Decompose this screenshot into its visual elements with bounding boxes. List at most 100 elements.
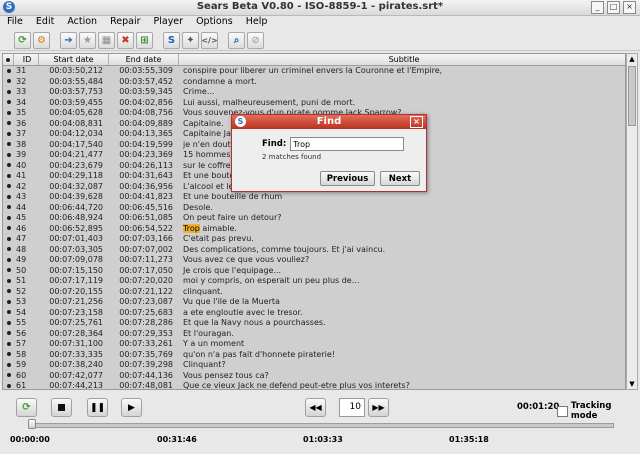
delete-icon: ✖ — [121, 34, 130, 46]
table-row[interactable]: 43 00:04:39,628 00:04:41,823 Et une bouteil… — [3, 192, 625, 203]
minimize-icon[interactable]: _ — [591, 1, 604, 14]
cell-end: 00:07:25,683 — [119, 307, 173, 317]
find-dialog-title-bar: S Find × — [232, 115, 426, 129]
next-button[interactable]: Next — [380, 171, 420, 186]
table-row[interactable]: 31 00:03:50,212 00:03:55,309 conspire pour … — [3, 66, 625, 77]
menu-player[interactable]: Player — [147, 15, 190, 29]
cell-start: 00:07:25,761 — [49, 318, 103, 327]
split-button[interactable]: ▦ — [98, 31, 115, 49]
subtitle-text: On peut faire un detour? — [183, 213, 282, 222]
table-row[interactable]: 50 00:07:15,150 00:07:17,050 Je crois que l… — [3, 266, 625, 277]
table-row[interactable]: 48 00:07:03,305 00:07:07,002 Des complicati… — [3, 245, 625, 256]
sears-button[interactable]: S — [163, 31, 180, 49]
header-id[interactable]: ID — [14, 54, 39, 65]
menu-help[interactable]: Help — [239, 15, 274, 29]
cell-subtitle: a ete engloutie avec le tresor. — [179, 308, 625, 319]
header-start[interactable]: Start date — [39, 54, 109, 65]
merge-button[interactable]: ⊞ — [136, 31, 153, 49]
subtitle-text: condamne a mort. — [183, 76, 257, 86]
table-row[interactable]: 59 00:07:38,240 00:07:39,298 Clinquant? — [3, 360, 625, 371]
rewind-button[interactable]: ◀◀ — [305, 398, 326, 417]
forward-button[interactable]: ▶▶ — [368, 398, 389, 417]
scroll-down-icon[interactable]: ▼ — [627, 379, 637, 389]
cell-end: 00:06:45,516 — [119, 202, 173, 212]
header-end[interactable]: End date — [109, 54, 179, 65]
find-button[interactable]: ⌕ — [228, 31, 245, 49]
previous-button[interactable]: Previous — [320, 171, 375, 186]
table-row[interactable]: 58 00:07:33,335 00:07:35,769 qu'on n'a pas … — [3, 350, 625, 361]
timeline-knob[interactable] — [28, 419, 36, 429]
scroll-up-icon[interactable]: ▲ — [627, 54, 637, 64]
menu-repair[interactable]: Repair — [103, 15, 146, 29]
cell-start: 00:07:20,155 — [49, 286, 103, 296]
app-logo-icon: S — [235, 116, 246, 127]
timeline-tick: 01:35:18 — [449, 435, 489, 444]
table-row[interactable]: 56 00:07:28,364 00:07:29,353 Et l'ouragan. — [3, 329, 625, 340]
subtitle-text: Desole. — [183, 202, 213, 212]
table-row[interactable]: 45 00:06:48,924 00:06:51,085 On peut faire … — [3, 213, 625, 224]
table-row[interactable]: 33 00:03:57,753 00:03:59,345 Crime... — [3, 87, 625, 98]
apply-icon: ⚙ — [37, 34, 46, 46]
table-row[interactable]: 47 00:07:01,403 00:07:03,166 C'etait pas pr… — [3, 234, 625, 245]
table-row[interactable]: 54 00:07:23,158 00:07:25,683 a ete englouti… — [3, 308, 625, 319]
close-icon[interactable]: × — [623, 1, 636, 14]
cell-id: 32 — [16, 76, 27, 86]
code-button[interactable]: </> — [201, 31, 218, 49]
table-row[interactable]: 49 00:07:09,078 00:07:11,273 Vous avez ce q… — [3, 255, 625, 266]
disabled-icon: ⊘ — [251, 34, 260, 46]
scroll-thumb[interactable] — [628, 66, 636, 126]
menu-options[interactable]: Options — [189, 15, 239, 29]
refresh-button[interactable]: ⟳ — [14, 31, 31, 49]
row-bullet-icon — [3, 360, 14, 371]
table-row[interactable]: 34 00:03:59,455 00:04:02,856 Lui aussi, mal… — [3, 98, 625, 109]
play-button[interactable]: ▶ — [121, 398, 142, 417]
disabled-button[interactable]: ⊘ — [247, 31, 264, 49]
stop-button[interactable] — [51, 398, 72, 417]
subtitle-text: Vu que l'ile de la Muerta — [183, 297, 280, 306]
table-row[interactable]: 51 00:07:17,119 00:07:20,020 moi y compris,… — [3, 276, 625, 287]
row-bullet-icon — [3, 108, 14, 119]
subtitle-text: conspire pour liberer un criminel envers… — [183, 66, 443, 75]
offset-spinner[interactable]: 10 — [339, 398, 365, 417]
menu-action[interactable]: Action — [60, 15, 103, 29]
table-row[interactable]: 44 00:06:44,720 00:06:45,516 Desole. — [3, 203, 625, 214]
bookmark-button[interactable]: ★ — [79, 31, 96, 49]
pause-button[interactable]: ❚❚ — [87, 398, 108, 417]
header-subtitle[interactable]: Subtitle — [179, 54, 625, 65]
player-refresh-button[interactable]: ⟳ — [16, 398, 37, 417]
cell-end: 00:03:59,345 — [119, 87, 173, 96]
bullet-header-icon — [3, 54, 14, 65]
table-row[interactable]: 55 00:07:25,761 00:07:28,286 Et que la Navy… — [3, 318, 625, 329]
close-icon[interactable]: × — [410, 116, 423, 128]
maximize-icon[interactable]: □ — [607, 1, 620, 14]
find-input[interactable] — [290, 137, 405, 151]
tracking-mode[interactable]: Tracking mode — [557, 401, 640, 421]
table-row[interactable]: 53 00:07:21,256 00:07:23,087 Vu que l'ile d… — [3, 297, 625, 308]
cell-end: 00:06:51,085 — [119, 213, 173, 222]
cell-start: 00:03:59,455 — [49, 97, 103, 107]
magic-button[interactable]: ✦ — [182, 31, 199, 49]
table-row[interactable]: 46 00:06:52,895 00:06:54,522 Trop aimable. — [3, 223, 625, 235]
tracking-checkbox[interactable] — [557, 405, 568, 417]
menu-edit[interactable]: Edit — [29, 15, 60, 29]
table-scrollbar[interactable]: ▲ ▼ — [626, 53, 638, 390]
table-row[interactable]: 52 00:07:20,155 00:07:21,122 clinquant. — [3, 287, 625, 298]
cell-start: 00:04:12,034 — [49, 129, 103, 138]
table-row[interactable]: 61 00:07:44,213 00:07:48,081 Que ce vieux J… — [3, 381, 625, 389]
timeline-slider[interactable] — [30, 423, 614, 428]
apply-button[interactable]: ⚙ — [33, 31, 50, 49]
cell-start: 00:07:09,078 — [49, 255, 103, 264]
table-row[interactable]: 60 00:07:42,077 00:07:44,136 Vous pensez to… — [3, 371, 625, 382]
table-row[interactable]: 32 00:03:55,484 00:03:57,452 condamne a mor… — [3, 77, 625, 88]
go-to-button[interactable]: ➔ — [60, 31, 77, 49]
cell-end: 00:07:44,136 — [119, 370, 173, 380]
subtitle-text: Et que la Navy nous a pourchasses. — [183, 318, 326, 327]
cell-subtitle: clinquant. — [179, 287, 625, 298]
delete-button[interactable]: ✖ — [117, 31, 134, 49]
cell-id: 51 — [16, 276, 27, 285]
menu-file[interactable]: File — [0, 15, 29, 29]
cell-id: 54 — [16, 307, 27, 317]
timeline-tick: 01:03:33 — [303, 435, 343, 444]
table-row[interactable]: 57 00:07:31,100 00:07:33,261 Y a un moment — [3, 339, 625, 350]
cell-subtitle: condamne a mort. — [179, 77, 625, 88]
